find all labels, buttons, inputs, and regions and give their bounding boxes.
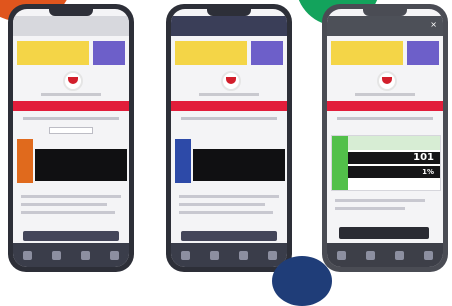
card-icon[interactable] <box>239 250 248 260</box>
list-icon[interactable] <box>366 250 375 260</box>
rate-value: 1% <box>422 168 434 176</box>
app-header <box>171 16 287 36</box>
user-icon[interactable] <box>110 250 119 260</box>
promo-banner-purple[interactable] <box>93 41 125 65</box>
bottom-action-button[interactable] <box>181 231 277 241</box>
close-icon[interactable]: × <box>430 20 437 29</box>
text-line <box>337 117 433 120</box>
text-line <box>23 117 119 120</box>
card-thumbnail <box>175 139 191 183</box>
phone-3-screen: × 101 1% <box>327 9 443 267</box>
list-item <box>179 203 265 206</box>
text-line <box>181 117 277 120</box>
list-item <box>21 211 115 214</box>
user-icon[interactable] <box>424 250 433 260</box>
phone-mockup-3: × 101 1% <box>322 4 448 272</box>
navy-corner-shape <box>272 256 332 306</box>
content-card[interactable] <box>175 139 285 183</box>
phone-mockup-1 <box>8 4 134 272</box>
user-icon[interactable] <box>268 250 277 260</box>
membership-status-card: 101 1% <box>331 135 441 191</box>
list-item <box>21 195 121 198</box>
bottom-action-button[interactable] <box>23 231 119 241</box>
brand-logo <box>377 71 397 91</box>
card-icon[interactable] <box>395 250 404 260</box>
home-icon[interactable] <box>23 250 32 260</box>
tab-bar <box>171 243 287 267</box>
promo-banner-yellow[interactable] <box>175 41 247 65</box>
red-notice-bar[interactable] <box>13 101 129 111</box>
promo-banner-yellow[interactable] <box>331 41 403 65</box>
brand-logo <box>221 71 241 91</box>
phone-2-screen <box>171 9 287 267</box>
red-notice-bar[interactable] <box>171 101 287 111</box>
tab-bar <box>13 243 129 267</box>
promo-banner-purple[interactable] <box>251 41 283 65</box>
status-heading-bg <box>348 136 440 150</box>
card-thumbnail <box>332 136 348 190</box>
card-dark-panel <box>193 149 285 181</box>
list-item <box>335 199 425 202</box>
phone-1-screen <box>13 9 129 267</box>
red-notice-bar[interactable] <box>327 101 443 111</box>
list-item <box>21 203 107 206</box>
promo-banner-purple[interactable] <box>407 41 439 65</box>
list-item <box>335 207 405 210</box>
phone-notch <box>363 9 407 16</box>
app-header: × <box>327 16 443 36</box>
home-icon[interactable] <box>181 250 190 260</box>
phone-mockup-2 <box>166 4 292 272</box>
bottom-action-button[interactable] <box>339 227 429 239</box>
tagline-text <box>355 93 415 96</box>
points-row: 101 <box>348 152 440 164</box>
content-card[interactable] <box>17 139 127 183</box>
promo-banner-yellow[interactable] <box>17 41 89 65</box>
rate-row: 1% <box>348 166 440 178</box>
home-icon[interactable] <box>337 250 346 260</box>
list-item <box>179 195 279 198</box>
tab-bar <box>327 243 443 267</box>
brand-logo <box>63 71 83 91</box>
points-value: 101 <box>413 152 434 163</box>
app-header <box>13 16 129 36</box>
phone-notch <box>49 9 93 16</box>
tagline-text <box>41 93 101 96</box>
list-icon[interactable] <box>52 250 61 260</box>
card-thumbnail <box>17 139 33 183</box>
list-item <box>179 211 273 214</box>
phone-notch <box>207 9 251 16</box>
card-icon[interactable] <box>81 250 90 260</box>
list-icon[interactable] <box>210 250 219 260</box>
tagline-text <box>199 93 259 96</box>
card-dark-panel <box>35 149 127 181</box>
outline-button[interactable] <box>49 127 93 134</box>
